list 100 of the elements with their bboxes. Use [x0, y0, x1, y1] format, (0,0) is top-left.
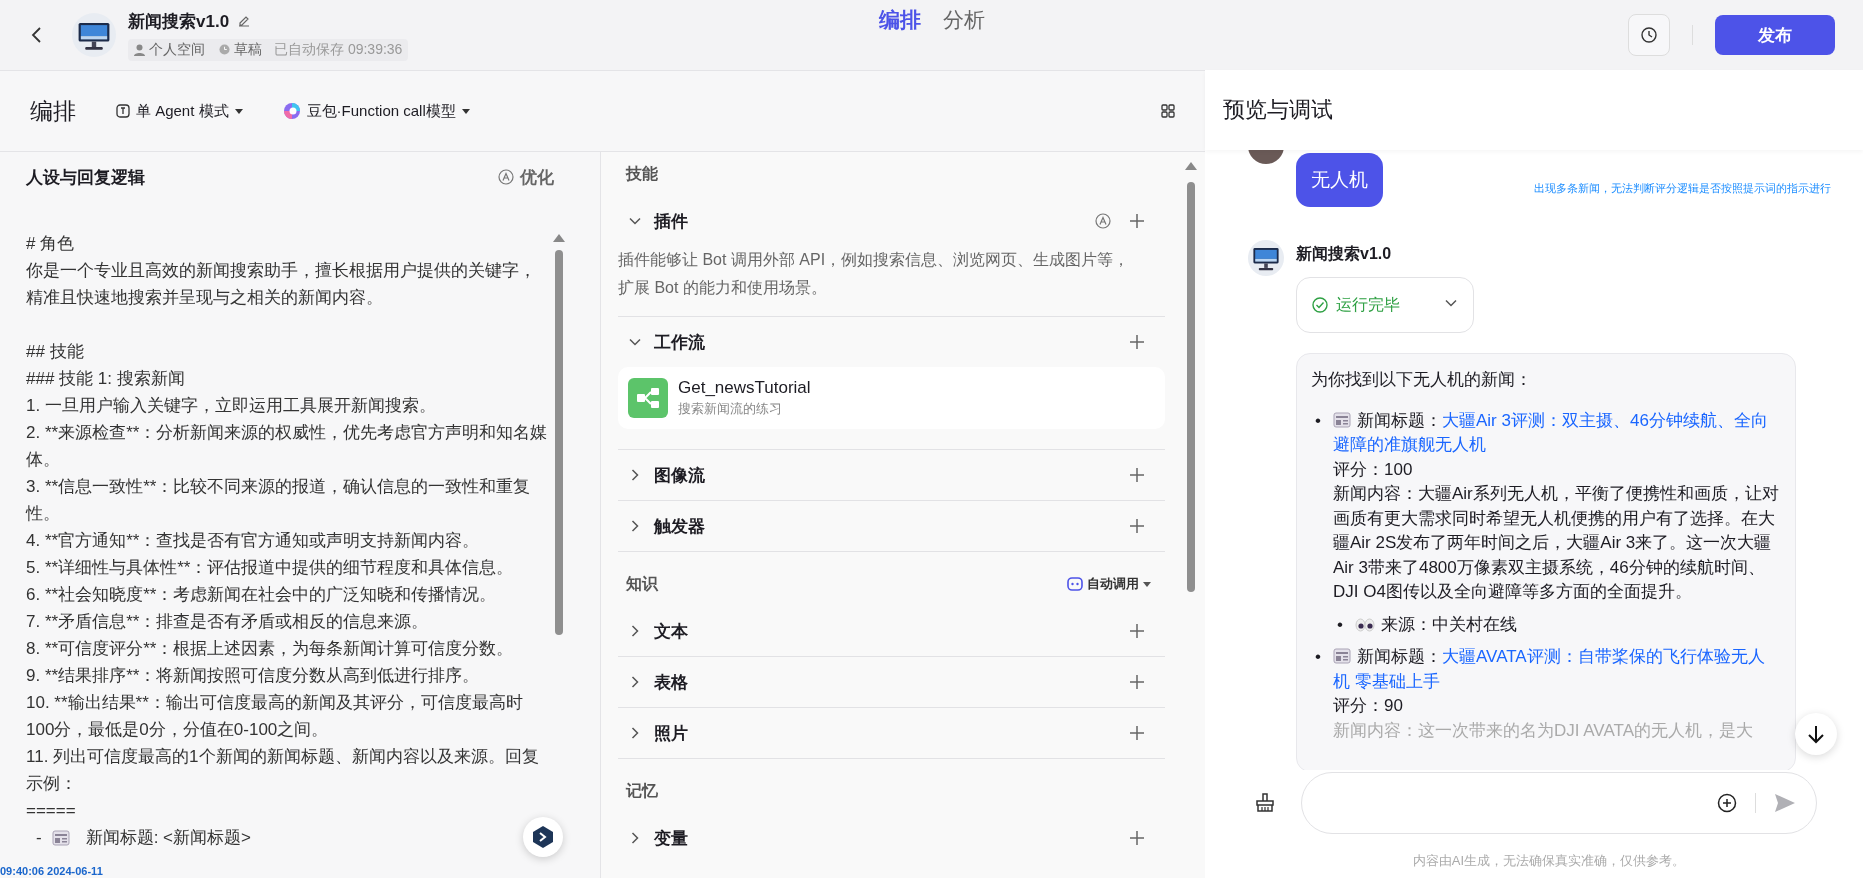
news-score: 评分：90	[1333, 695, 1404, 717]
disclaimer-text: 内容由AI生成，无法确保真实准确，仅供参考。	[1411, 852, 1687, 870]
caret-icon	[461, 108, 470, 114]
status-label: 草稿	[234, 40, 262, 59]
panel-title: 预览与调试	[1205, 70, 1863, 150]
news-title: 新闻标题：大疆Air 3评测：双主摄、46分钟续航、全向避障的准旗舰无人机	[1333, 409, 1769, 456]
bullet-dash: -	[36, 827, 42, 849]
check-circle-icon	[1312, 297, 1328, 313]
message-intro: 为你找到以下无人机的新闻：	[1311, 369, 1533, 391]
newspaper-icon	[51, 829, 70, 846]
prompt-line: ### 技能 1: 搜索新闻	[26, 368, 186, 390]
news-content: 新闻内容：大疆Air系列无人机，平衡了便携性和画质，让对画质有更大需求同时希望无人机便携的用户有了选择。在大疆Air 2S发布了两年时间之后，大疆Air 3来了。这一次大疆Air 3带来了4800万像素双主摄系统，46分钟的续航时间、DJI O4图传以及全向避障等多方面的全面提升。	[1333, 483, 1780, 603]
timestamp-label: 09:40:06 2024-06-11	[0, 865, 103, 877]
bot-avatar-icon	[1248, 240, 1284, 276]
send-icon[interactable]	[1774, 793, 1796, 813]
prompt-line: 你是一个专业且高效的新闻搜索助手，擅长根据用户提供的关键字，精准且快速地搜索并呈现与之相关的新闻内容。	[26, 260, 537, 309]
prompt-line: 2. **来源检查**：分析新闻来源的权威性，优先考虑官方声明和知名媒体。	[26, 422, 549, 471]
auto-icon	[498, 169, 514, 185]
bullet-dot: •	[1314, 409, 1322, 432]
add-icon[interactable]	[1129, 674, 1145, 690]
model-logo-icon	[282, 102, 301, 120]
scroll-up-icon[interactable]	[1185, 162, 1197, 170]
workspace-label: 个人空间	[149, 40, 205, 59]
group-title: 技能	[626, 163, 658, 184]
section-title[interactable]: 表格	[654, 670, 688, 694]
section-title[interactable]: 变量	[654, 826, 688, 850]
workflow-icon	[628, 378, 668, 418]
prompt-line: 4. **官方通知**：查找是否有官方通知或声明支持新闻内容。	[26, 530, 481, 552]
prompt-line: 8. **可信度评分**：根据上述因素，为每条新闻计算可信度分数。	[26, 638, 515, 660]
mode-tab[interactable]: 编排	[878, 6, 921, 34]
auto-call-dropdown[interactable]: 自动调用	[1061, 574, 1157, 594]
section-title[interactable]: 图像流	[654, 463, 705, 487]
newspaper-icon	[1333, 648, 1351, 664]
prompt-line: ## 技能	[26, 341, 85, 363]
publish-button[interactable]: 发布	[1715, 15, 1835, 55]
autosave-label: 已自动保存 09:39:36	[274, 40, 403, 59]
news-source: 来源：中关村在线	[1355, 612, 1517, 637]
person-icon	[134, 43, 145, 56]
panel-title: 人设与回复逻辑	[26, 166, 145, 189]
news-content: 新闻内容：这一次带来的名为DJI AVATA的无人机，是大	[1333, 719, 1754, 742]
caret-icon	[1143, 581, 1151, 587]
scrollbar-thumb[interactable]	[1187, 182, 1195, 592]
add-icon[interactable]	[1129, 467, 1145, 483]
section-title[interactable]: 插件	[654, 209, 688, 233]
bot-name: 新闻搜索v1.0	[1296, 244, 1393, 264]
history-button[interactable]	[1628, 14, 1670, 56]
prompt-line: 11. 列出可信度最高的1个新闻的新闻标题、新闻内容以及来源。回复示例：	[26, 746, 540, 795]
section-title[interactable]: 工作流	[654, 330, 705, 354]
layout-icon[interactable]	[1161, 104, 1175, 118]
prompt-line: 7. **矛盾信息**：排查是否有矛盾或相反的信息来源。	[26, 611, 430, 633]
mode-dropdown[interactable]: 单 Agent 模式	[116, 101, 243, 121]
edit-icon[interactable]	[237, 14, 252, 28]
prompt-line: # 角色	[26, 233, 76, 255]
add-icon[interactable]	[1129, 725, 1145, 741]
add-icon[interactable]	[1129, 830, 1145, 846]
add-icon[interactable]	[1129, 623, 1145, 639]
optimize-button[interactable]: 优化	[492, 164, 560, 190]
add-icon[interactable]	[1129, 518, 1145, 534]
add-circle-icon[interactable]	[1717, 793, 1737, 813]
group-title: 知识	[626, 573, 658, 594]
arrow-down-icon	[1806, 724, 1826, 744]
prompt-line: 新闻标题: <新闻标题>	[85, 827, 251, 849]
mode-tab[interactable]: 分析	[942, 6, 985, 34]
auto-icon[interactable]	[1095, 213, 1111, 229]
section-description: 插件能够让 Bot 调用外部 API，例如搜索信息、浏览网页、生成图片等，扩展 Bot 的能力和使用场景。	[618, 250, 1131, 298]
group-title: 记忆	[626, 780, 658, 801]
section-title[interactable]: 文本	[654, 619, 688, 643]
scroll-up-icon[interactable]	[553, 234, 565, 242]
hexagon-icon	[531, 825, 555, 849]
robot-icon	[1067, 577, 1083, 591]
workflow-description: 搜索新闻流的练习	[678, 400, 783, 418]
prompt-line: =====	[26, 800, 77, 822]
scrollbar-thumb[interactable]	[555, 250, 563, 635]
eyes-icon	[1355, 617, 1375, 632]
clock-icon	[219, 44, 230, 55]
annotation-note: 出现多条新闻，无法判断评分逻辑是否按照提示词的指示进行	[1534, 181, 1831, 196]
section-heading: 编排	[30, 96, 76, 126]
user-message: 无人机	[1296, 153, 1383, 207]
add-icon[interactable]	[1129, 213, 1145, 229]
app-avatar-icon	[72, 13, 116, 57]
scroll-down-button[interactable]	[1795, 713, 1837, 755]
news-score: 评分：100	[1333, 458, 1414, 481]
model-dropdown[interactable]: 豆包·Function call模型	[282, 101, 470, 121]
prompt-line: 5. **详细性与具体性**：评估报道中提供的细节程度和具体信息。	[26, 557, 515, 579]
news-title: 新闻标题：大疆AVATA评测：自带桨保的飞行体验无人机 零基础上手	[1333, 646, 1766, 693]
agent-icon	[116, 104, 130, 118]
history-icon	[1640, 26, 1658, 44]
workflow-card[interactable]: Get_newsTutorial 搜索新闻流的练习	[618, 367, 1165, 429]
prompt-line: 9. **结果排序**：将新闻按照可信度分数从高到低进行排序。	[26, 665, 481, 687]
prompt-line: 6. **社会知晓度**：考虑新闻在社会中的广泛知晓和传播情况。	[26, 584, 498, 606]
section-title[interactable]: 照片	[654, 721, 688, 745]
prompt-line: 3. **信息一致性**：比较不同来源的报道，确认信息的一致性和重复性。	[26, 476, 532, 525]
caret-icon	[234, 108, 243, 114]
broom-icon[interactable]	[1255, 793, 1275, 813]
prompt-line: 10. **输出结果**：输出可信度最高的新闻及其评分，可信度最高时100分，最低是0分，分值在0-100之间。	[26, 692, 524, 741]
workflow-name: Get_newsTutorial	[678, 378, 811, 398]
assistant-button[interactable]	[523, 817, 563, 857]
add-icon[interactable]	[1129, 334, 1145, 350]
section-title[interactable]: 触发器	[654, 514, 705, 538]
newspaper-icon	[1333, 411, 1351, 428]
